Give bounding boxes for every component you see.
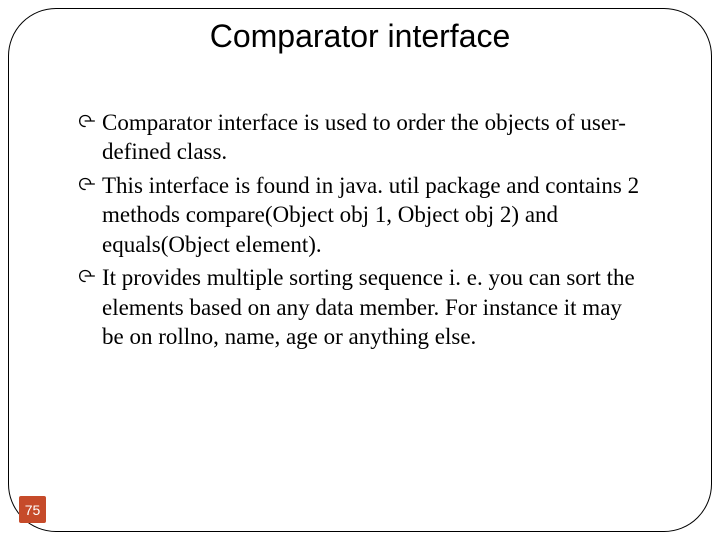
bullet-text: It provides multiple sorting sequence i.… bbox=[102, 265, 635, 349]
bullet-text: This interface is found in java. util pa… bbox=[102, 173, 639, 257]
slide-body: Comparator interface is used to order th… bbox=[78, 108, 642, 356]
bullet-item: This interface is found in java. util pa… bbox=[78, 171, 642, 259]
bullet-lead: Comparator interface bbox=[102, 110, 298, 135]
bullet-icon bbox=[76, 265, 98, 287]
bullet-item: It provides multiple sorting sequence i.… bbox=[78, 263, 642, 351]
slide: Comparator interface Comparator interfac… bbox=[0, 0, 720, 540]
slide-title: Comparator interface bbox=[0, 18, 720, 55]
page-number: 75 bbox=[25, 502, 41, 518]
bullet-icon bbox=[76, 173, 98, 195]
bullet-item: Comparator interface is used to order th… bbox=[78, 108, 642, 167]
bullet-icon bbox=[76, 110, 98, 132]
page-number-badge: 75 bbox=[19, 496, 46, 523]
